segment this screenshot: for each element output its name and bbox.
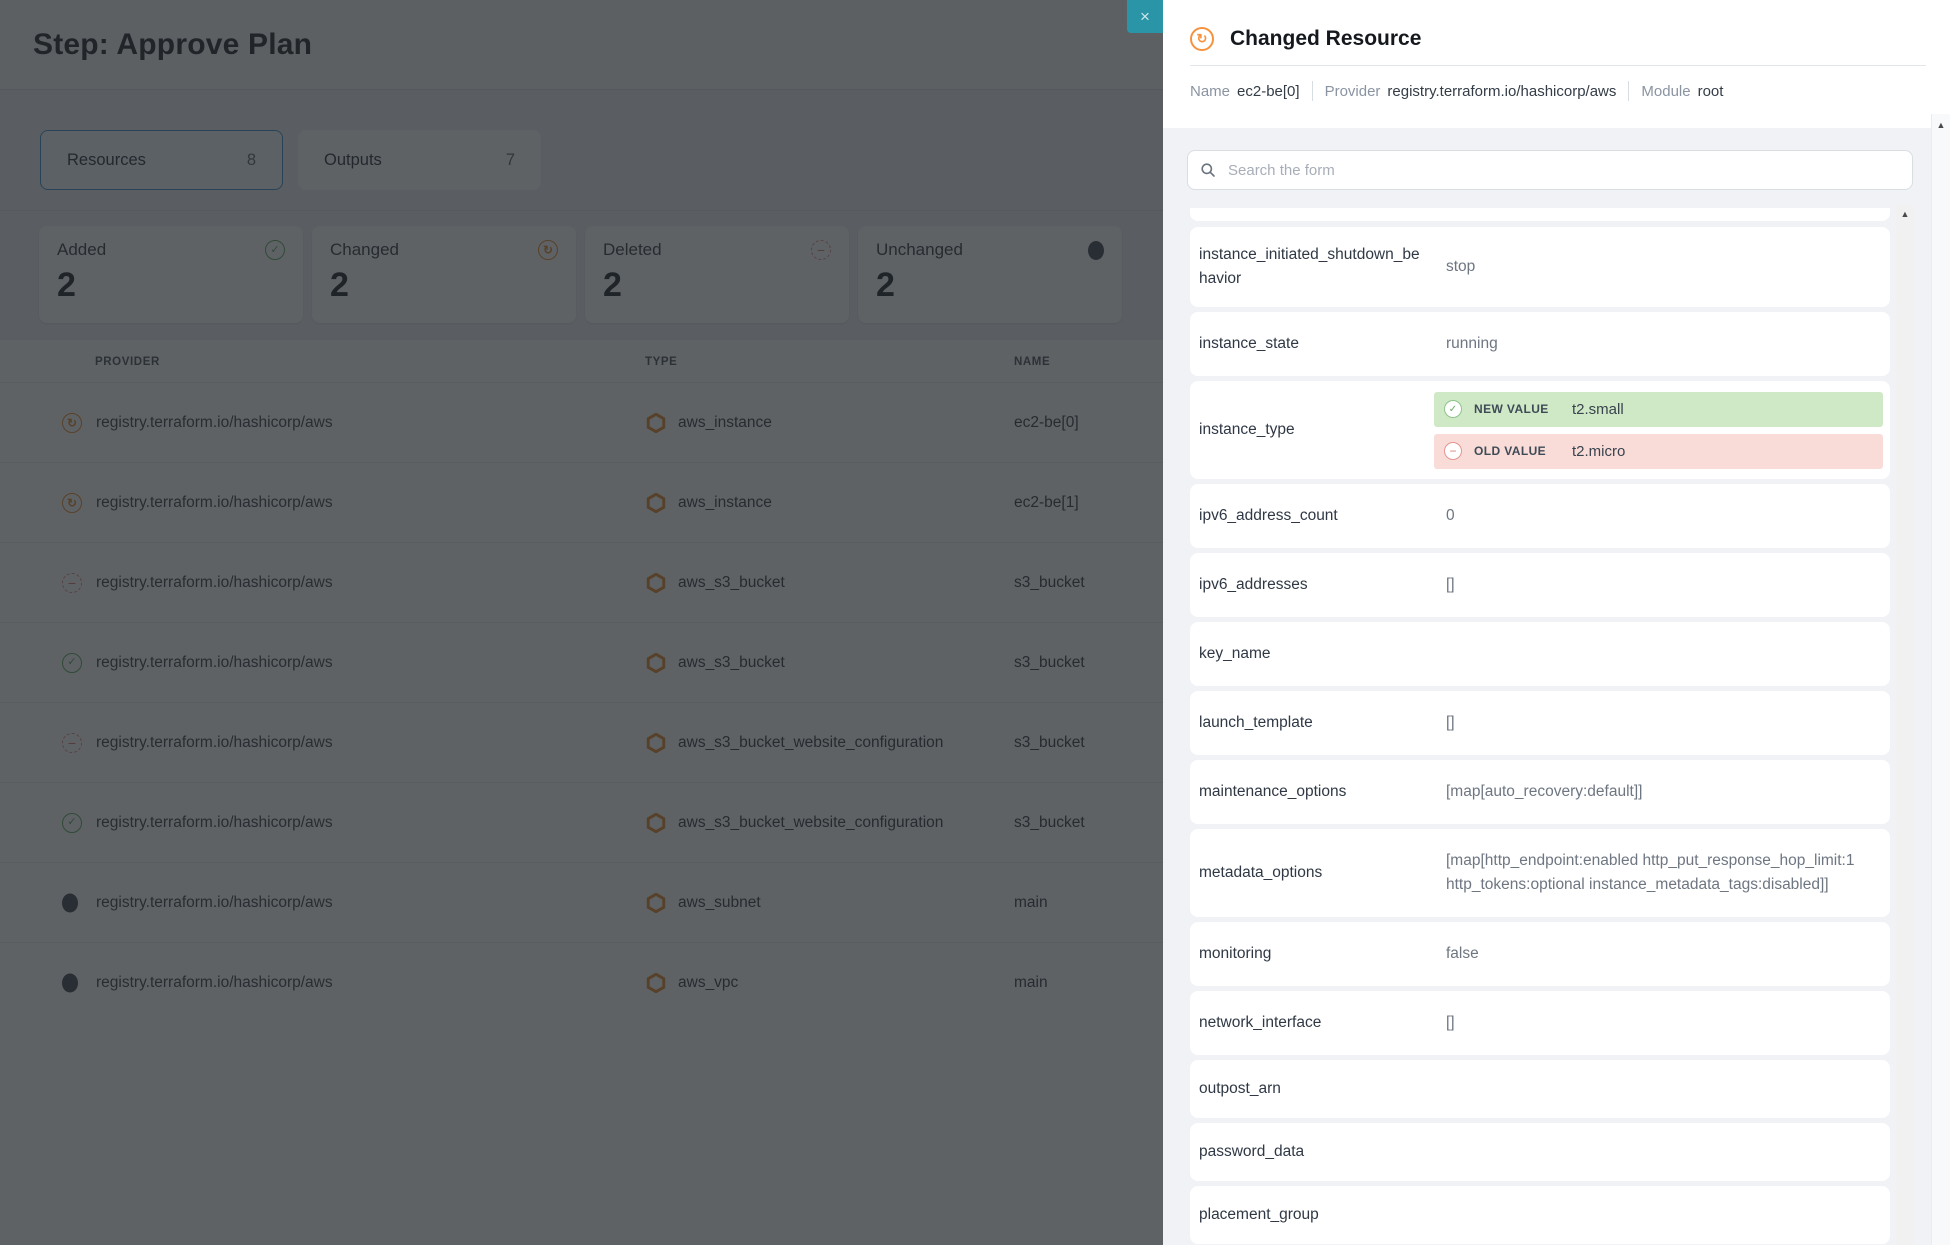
attribute-value: [map[auto_recovery:default]] <box>1446 780 1890 804</box>
form-search <box>1187 150 1913 190</box>
attribute-value: stop <box>1446 255 1890 279</box>
attribute-value: [] <box>1446 573 1890 597</box>
divider <box>1312 81 1313 101</box>
attribute-key: monitoring <box>1190 942 1446 966</box>
attribute-value: [] <box>1446 1011 1890 1035</box>
old-value-box: − OLD VALUE t2.micro <box>1434 434 1883 469</box>
check-circle-icon: ✓ <box>1444 400 1462 418</box>
attribute-key: network_interface <box>1190 1011 1446 1035</box>
attribute-value: [] <box>1446 711 1890 735</box>
new-value: t2.small <box>1572 401 1624 418</box>
meta-provider: Provider registry.terraform.io/hashicorp… <box>1325 83 1617 100</box>
attribute-row: instance_initiated_shutdown_behavior sto… <box>1190 227 1890 307</box>
attribute-key: outpost_arn <box>1190 1077 1446 1101</box>
attribute-key: metadata_options <box>1190 861 1446 885</box>
modal-overlay[interactable] <box>0 0 1163 1245</box>
attribute-row: key_name <box>1190 622 1890 686</box>
attribute-key: launch_template <box>1190 711 1446 735</box>
attribute-key: instance_state <box>1190 332 1446 356</box>
attribute-key: key_name <box>1190 642 1446 666</box>
search-input[interactable] <box>1226 161 1912 180</box>
attribute-row: launch_template [] <box>1190 691 1890 755</box>
attribute-card-partial <box>1190 208 1890 221</box>
attribute-row: metadata_options [map[http_endpoint:enab… <box>1190 829 1890 917</box>
minus-circle-icon: − <box>1444 442 1462 460</box>
attribute-value: false <box>1446 942 1890 966</box>
meta-name: Name ec2-be[0] <box>1190 83 1300 100</box>
attribute-key: ipv6_address_count <box>1190 504 1446 528</box>
attribute-row: instance_state running <box>1190 312 1890 376</box>
screen: Step: Approve Plan Resources 8 Outputs 7… <box>0 0 1950 1245</box>
attribute-row: password_data <box>1190 1123 1890 1181</box>
list-scrollbar[interactable]: ▲ <box>1896 205 1914 1245</box>
attribute-row: placement_group <box>1190 1186 1890 1244</box>
old-value: t2.micro <box>1572 443 1625 460</box>
attribute-key: ipv6_addresses <box>1190 573 1446 597</box>
divider <box>1628 81 1629 101</box>
drawer-title: Changed Resource <box>1230 27 1421 51</box>
changed-refresh-icon: ↻ <box>1190 27 1214 51</box>
attribute-row: maintenance_options [map[auto_recovery:d… <box>1190 760 1890 824</box>
attribute-value: running <box>1446 332 1890 356</box>
close-button[interactable]: × <box>1127 0 1163 33</box>
scroll-up-icon[interactable]: ▲ <box>1932 120 1950 130</box>
attribute-list: instance_initiated_shutdown_behavior sto… <box>1190 208 1890 1245</box>
attribute-row: outpost_arn <box>1190 1060 1890 1118</box>
drawer-scrollbar[interactable]: ▲ <box>1931 114 1950 1245</box>
attribute-row: monitoring false <box>1190 922 1890 986</box>
attribute-row-diff: instance_type ✓ NEW VALUE t2.small − OLD… <box>1190 381 1890 479</box>
new-value-label: NEW VALUE <box>1474 402 1560 416</box>
old-value-label: OLD VALUE <box>1474 444 1560 458</box>
attribute-row: network_interface [] <box>1190 991 1890 1055</box>
attribute-key: placement_group <box>1190 1203 1446 1227</box>
close-icon: × <box>1140 7 1150 27</box>
attribute-key: instance_initiated_shutdown_behavior <box>1190 243 1446 291</box>
meta-module: Module root <box>1641 83 1723 100</box>
attribute-key: instance_type <box>1190 418 1446 442</box>
drawer-body: instance_initiated_shutdown_behavior sto… <box>1163 128 1950 1245</box>
new-value-box: ✓ NEW VALUE t2.small <box>1434 392 1883 427</box>
attribute-value: [map[http_endpoint:enabled http_put_resp… <box>1446 849 1890 897</box>
attribute-value: 0 <box>1446 504 1890 528</box>
attribute-row: ipv6_address_count 0 <box>1190 484 1890 548</box>
resource-meta: Name ec2-be[0] Provider registry.terrafo… <box>1163 66 1950 101</box>
scroll-up-icon[interactable]: ▲ <box>1896 209 1914 219</box>
attribute-row: ipv6_addresses [] <box>1190 553 1890 617</box>
changed-resource-drawer: ↻ Changed Resource Name ec2-be[0] Provid… <box>1163 0 1950 1245</box>
attribute-key: maintenance_options <box>1190 780 1446 804</box>
diff-values: ✓ NEW VALUE t2.small − OLD VALUE t2.micr… <box>1434 392 1890 469</box>
attribute-key: password_data <box>1190 1140 1446 1164</box>
search-icon <box>1200 162 1216 178</box>
drawer-header: ↻ Changed Resource <box>1163 0 1950 51</box>
